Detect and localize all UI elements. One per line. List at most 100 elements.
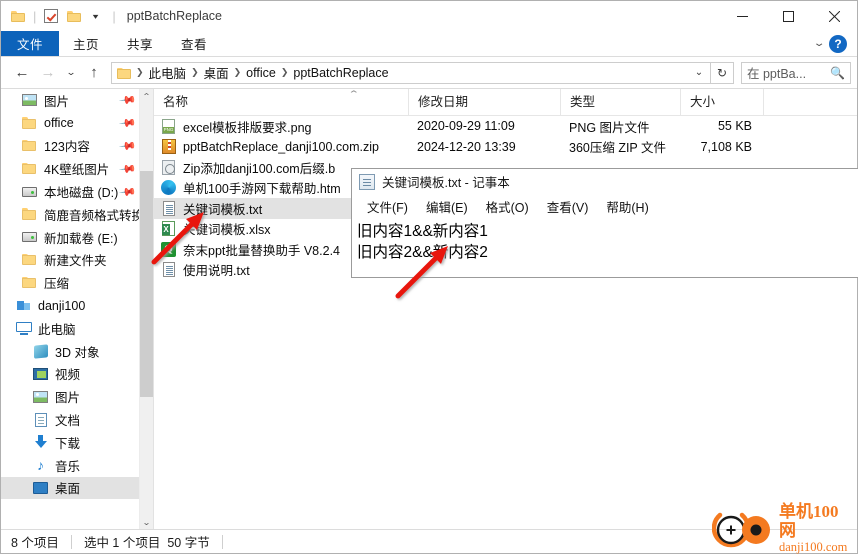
sidebar-item-label: 下载 xyxy=(55,436,81,451)
sidebar-item-label: 4K壁纸图片 xyxy=(44,163,110,178)
navigation-tree: 图片 📌 office 📌 123内容 📌 4K壁纸图片 📌 本地磁盘 (D:)… xyxy=(1,89,140,529)
sidebar-item-label: 新加载卷 (E:) xyxy=(44,231,118,246)
bat-file-icon xyxy=(160,159,177,175)
qat-divider: | xyxy=(33,8,37,24)
picture-icon xyxy=(21,92,38,108)
txt-file-icon xyxy=(160,200,177,216)
sidebar-item-label: 桌面 xyxy=(55,482,81,497)
notepad-text-area[interactable]: 旧内容1&&新内容1 旧内容2&&新内容2 xyxy=(352,218,858,263)
minimize-icon[interactable] xyxy=(719,1,765,31)
sidebar-item-label: 视频 xyxy=(55,368,81,383)
pin-icon[interactable]: 📌 xyxy=(119,91,138,110)
breadcrumb-item-1[interactable]: 桌面 xyxy=(200,63,233,82)
pin-icon[interactable]: 📌 xyxy=(119,137,138,155)
maximize-icon[interactable] xyxy=(765,1,811,31)
sidebar-item-danji100-onedrive[interactable]: danji100 xyxy=(1,294,140,317)
refresh-icon[interactable]: ↻ xyxy=(711,61,734,84)
sidebar-item-new-volume-e[interactable]: 新加载卷 (E:) xyxy=(1,226,140,249)
close-icon[interactable] xyxy=(811,1,857,31)
column-headers: 名称 修改日期 类型 大小 ⌃ xyxy=(154,89,857,116)
table-row[interactable]: excel模板排版要求.png 2020-09-29 11:09 PNG 图片文… xyxy=(154,116,857,137)
file-name-cell[interactable]: pptBatchReplace_danji100.com.zip xyxy=(154,139,408,155)
help-button[interactable]: ? xyxy=(829,34,847,53)
column-header-size[interactable]: 大小 xyxy=(680,89,763,115)
sidebar-item-compressed[interactable]: 压缩 xyxy=(1,271,140,294)
ribbon-right-tools: ⌄ ? xyxy=(813,31,857,56)
sort-ascending-icon: ⌃ xyxy=(347,89,360,99)
drive-icon xyxy=(21,184,38,200)
file-name-label: Zip添加danji100.com后缀.b xyxy=(183,161,336,176)
sidebar-item-this-pc[interactable]: 此电脑 xyxy=(1,317,140,340)
search-icon[interactable]: 🔍 xyxy=(830,66,845,80)
tab-home[interactable]: 主页 xyxy=(59,31,113,56)
breadcrumb-item-3[interactable]: pptBatchReplace xyxy=(289,66,392,80)
file-date-cell: 2024-12-20 13:39 xyxy=(417,139,516,154)
sidebar-item-local-disk-d[interactable]: 本地磁盘 (D:) 📌 xyxy=(1,180,140,203)
address-chevron-down-icon[interactable]: ⌄ xyxy=(690,63,708,83)
navigation-scrollbar[interactable]: ⌃ ⌄ xyxy=(139,89,153,529)
window-controls xyxy=(719,1,857,31)
tab-share[interactable]: 共享 xyxy=(113,31,167,56)
breadcrumb[interactable]: ❯ 此电脑 ❯ 桌面 ❯ office ❯ pptBatchReplace ⌄ xyxy=(111,61,711,84)
sidebar-item-music[interactable]: ♪ 音乐 xyxy=(1,454,140,477)
scrollbar-thumb[interactable] xyxy=(140,171,153,397)
sidebar-item-label: 文档 xyxy=(55,414,81,429)
sidebar-item-documents[interactable]: 文档 xyxy=(1,408,140,431)
breadcrumb-item-0[interactable]: 此电脑 xyxy=(145,63,191,82)
sidebar-item-downloads[interactable]: 下载 xyxy=(1,431,140,454)
xlsx-file-icon xyxy=(160,221,177,237)
sidebar-item-label: 3D 对象 xyxy=(55,345,100,360)
pin-icon[interactable]: 📌 xyxy=(119,114,138,133)
sidebar-item-label: 图片 xyxy=(55,391,81,406)
sidebar-item-pictures-quick[interactable]: 图片 📌 xyxy=(1,89,140,112)
watermark-en: danji100.com xyxy=(779,539,848,554)
chevron-down-icon[interactable]: ⌄ xyxy=(813,38,826,49)
file-date-cell: 2020-09-29 11:09 xyxy=(417,119,515,134)
breadcrumb-tools: ⌄ xyxy=(686,63,708,83)
menu-item-help[interactable]: 帮助(H) xyxy=(597,197,657,216)
search-input[interactable]: 在 pptBa... 🔍 xyxy=(741,61,851,84)
column-header-name[interactable]: 名称 xyxy=(154,89,408,115)
column-header-type[interactable]: 类型 xyxy=(560,89,680,115)
sidebar-item-desktop[interactable]: 桌面 xyxy=(1,476,140,500)
menu-item-view[interactable]: 查看(V) xyxy=(538,197,598,216)
file-type-cell: PNG 图片文件 xyxy=(569,120,650,135)
breadcrumb-item-2[interactable]: office xyxy=(242,66,280,80)
column-header-date[interactable]: 修改日期 xyxy=(408,89,560,115)
menu-item-edit[interactable]: 编辑(E) xyxy=(417,197,477,216)
sidebar-item-label: 123内容 xyxy=(44,140,90,155)
properties-icon[interactable] xyxy=(41,6,61,26)
sidebar-item-123content[interactable]: 123内容 📌 xyxy=(1,135,140,158)
chevron-down-icon[interactable]: ⌄ xyxy=(138,515,153,529)
breadcrumb-sep-0: ❯ xyxy=(136,67,144,77)
folder-icon[interactable] xyxy=(8,6,28,26)
arrow-left-icon[interactable]: ← xyxy=(9,60,35,86)
sidebar-item-4k-wallpaper[interactable]: 4K壁纸图片 📌 xyxy=(1,157,140,180)
sidebar-item-pictures[interactable]: 图片 xyxy=(1,385,140,408)
sidebar-item-3d-objects[interactable]: 3D 对象 xyxy=(1,340,140,363)
sidebar-item-videos[interactable]: 视频 xyxy=(1,363,140,386)
sidebar-item-office[interactable]: office 📌 xyxy=(1,112,140,135)
tab-file[interactable]: 文件 xyxy=(1,31,60,56)
menu-item-format[interactable]: 格式(O) xyxy=(477,197,538,216)
customize-caret-icon[interactable]: ▾ xyxy=(87,6,107,26)
new-folder-icon[interactable] xyxy=(64,6,84,26)
chevron-up-icon[interactable]: ⌃ xyxy=(138,89,153,103)
folder-icon xyxy=(21,275,38,291)
sidebar-item-label: 压缩 xyxy=(44,277,70,292)
file-name-cell[interactable]: excel模板排版要求.png xyxy=(154,117,408,136)
column-header-empty xyxy=(763,89,857,115)
tab-view[interactable]: 查看 xyxy=(167,31,221,56)
recent-locations-chevron-down-icon[interactable]: ⌄ xyxy=(57,60,85,86)
pin-icon[interactable]: 📌 xyxy=(119,159,138,178)
table-row[interactable]: pptBatchReplace_danji100.com.zip 2024-12… xyxy=(154,137,857,158)
menu-item-file[interactable]: 文件(F) xyxy=(358,197,417,216)
sidebar-item-audio-converter[interactable]: 简鹿音频格式转换 xyxy=(1,203,140,226)
address-bar: ← → ⌄ ↑ ❯ 此电脑 ❯ 桌面 ❯ office ❯ pptBatchRe… xyxy=(1,57,857,89)
sidebar-item-new-folder[interactable]: 新建文件夹 xyxy=(1,249,140,272)
explorer-content: 图片 📌 office 📌 123内容 📌 4K壁纸图片 📌 本地磁盘 (D:)… xyxy=(1,89,857,529)
pin-icon[interactable]: 📌 xyxy=(119,182,138,201)
breadcrumb-sep-1: ❯ xyxy=(191,67,199,77)
sidebar-item-label: 新建文件夹 xyxy=(44,254,107,269)
status-item-count: 8 个项目 xyxy=(11,536,59,550)
